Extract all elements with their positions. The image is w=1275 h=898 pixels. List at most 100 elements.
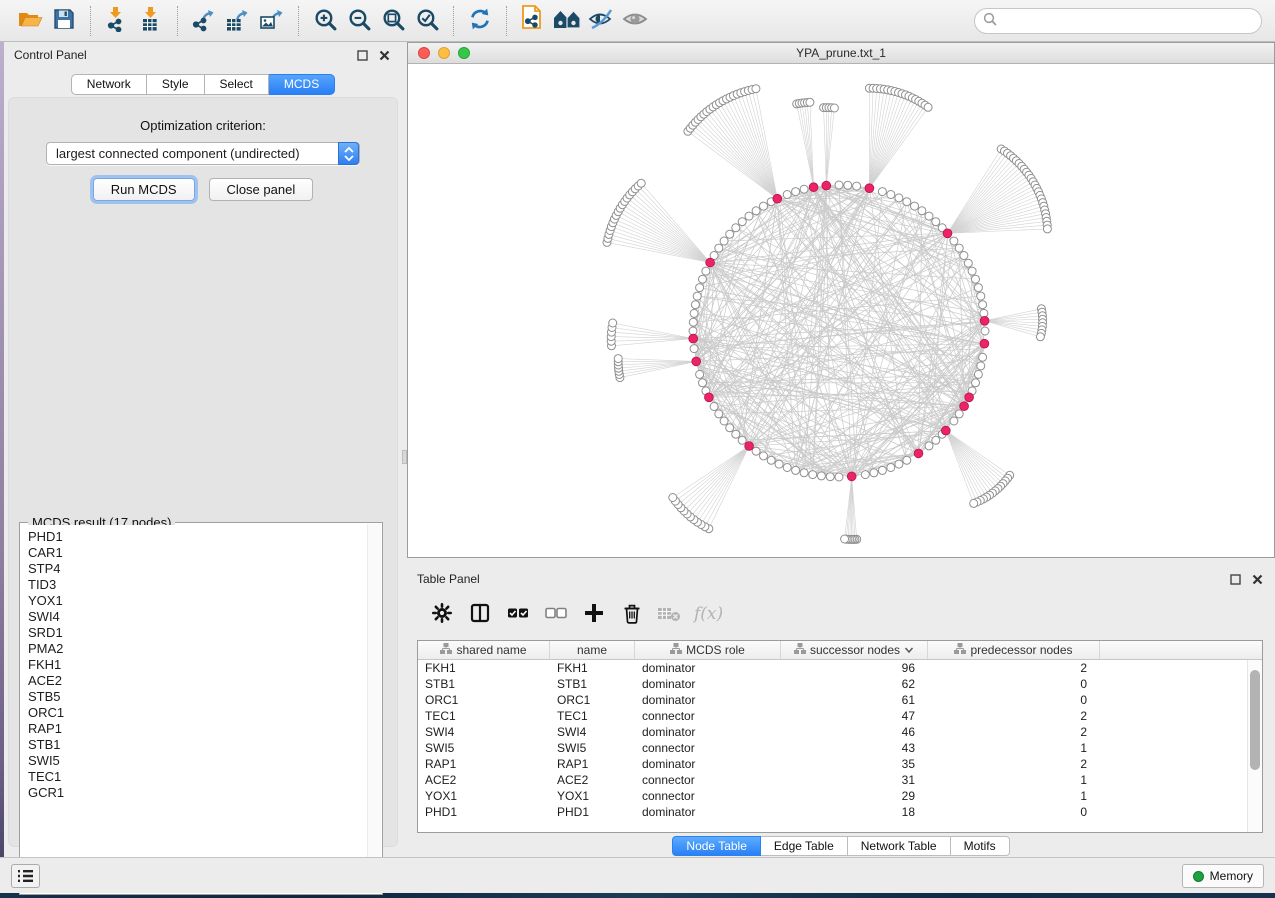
run-mcds-button[interactable]: Run MCDS	[93, 178, 195, 201]
deselect-all-rows-button[interactable]	[539, 598, 572, 630]
result-list-item[interactable]: SRD1	[28, 625, 367, 641]
table-cell[interactable]: ACE2	[418, 772, 550, 788]
table-cell[interactable]: 18	[781, 804, 928, 820]
network-window-titlebar[interactable]: YPA_prune.txt_1	[408, 43, 1274, 64]
column-header-successor-nodes[interactable]: successor nodes	[781, 641, 928, 659]
export-network-button[interactable]	[187, 5, 221, 37]
table-row[interactable]: YOX1YOX1connector291	[418, 788, 1262, 804]
table-cell[interactable]: dominator	[635, 692, 781, 708]
tab-mcds[interactable]: MCDS	[269, 74, 335, 95]
table-cell[interactable]: 2	[928, 724, 1100, 740]
result-list-item[interactable]: SWI4	[28, 609, 367, 625]
table-cell[interactable]: 43	[781, 740, 928, 756]
zoom-in-button[interactable]	[308, 5, 342, 37]
table-cell[interactable]: 96	[781, 660, 928, 676]
result-list-item[interactable]: RAP1	[28, 721, 367, 737]
search-box[interactable]	[974, 8, 1262, 34]
table-cell[interactable]: 46	[781, 724, 928, 740]
result-list-item[interactable]: GCR1	[28, 785, 367, 801]
close-window-icon[interactable]	[418, 47, 430, 59]
save-session-button[interactable]	[47, 5, 81, 37]
close-panel-icon[interactable]	[376, 47, 392, 63]
result-list-item[interactable]: CAR1	[28, 545, 367, 561]
table-cell[interactable]: dominator	[635, 756, 781, 772]
apply-layout-button[interactable]	[463, 5, 497, 37]
table-cell[interactable]: PHD1	[550, 804, 635, 820]
table-cell[interactable]: 2	[928, 708, 1100, 724]
search-input[interactable]	[1002, 14, 1261, 28]
table-cell[interactable]: TEC1	[418, 708, 550, 724]
table-cell[interactable]: 29	[781, 788, 928, 804]
table-row[interactable]: SWI4SWI4dominator462	[418, 724, 1262, 740]
column-header-predecessor-nodes[interactable]: predecessor nodes	[928, 641, 1100, 659]
table-cell[interactable]: FKH1	[550, 660, 635, 676]
open-file-button[interactable]	[13, 5, 47, 37]
new-network-button[interactable]	[516, 5, 550, 37]
show-graphics-details-button[interactable]	[618, 5, 652, 37]
table-cell[interactable]: 1	[928, 772, 1100, 788]
close-table-panel-icon[interactable]	[1249, 571, 1265, 587]
table-cell[interactable]: SWI5	[418, 740, 550, 756]
table-cell[interactable]: dominator	[635, 804, 781, 820]
column-header-mcds-role[interactable]: MCDS role	[635, 641, 781, 659]
tab-select[interactable]: Select	[205, 74, 269, 95]
close-panel-button[interactable]: Close panel	[209, 178, 314, 201]
table-cell[interactable]: connector	[635, 708, 781, 724]
table-cell[interactable]: 47	[781, 708, 928, 724]
table-cell[interactable]: 0	[928, 676, 1100, 692]
table-row[interactable]: PHD1PHD1dominator180	[418, 804, 1262, 820]
table-row[interactable]: ACE2ACE2connector311	[418, 772, 1262, 788]
table-cell[interactable]: RAP1	[418, 756, 550, 772]
table-cell[interactable]: 61	[781, 692, 928, 708]
result-list-item[interactable]: ACE2	[28, 673, 367, 689]
table-cell[interactable]: PHD1	[418, 804, 550, 820]
result-list-item[interactable]: FKH1	[28, 657, 367, 673]
select-all-rows-button[interactable]	[501, 598, 534, 630]
tab-network-table[interactable]: Network Table	[848, 836, 951, 856]
table-row[interactable]: STB1STB1dominator620	[418, 676, 1262, 692]
table-cell[interactable]: 35	[781, 756, 928, 772]
float-table-panel-icon[interactable]	[1227, 571, 1243, 587]
table-cell[interactable]: SWI5	[550, 740, 635, 756]
table-cell[interactable]: ORC1	[550, 692, 635, 708]
table-cell[interactable]: 0	[928, 692, 1100, 708]
delete-column-button[interactable]	[615, 598, 648, 630]
zoom-selected-button[interactable]	[410, 5, 444, 37]
table-cell[interactable]: FKH1	[418, 660, 550, 676]
import-table-button[interactable]	[134, 5, 168, 37]
table-row[interactable]: TEC1TEC1connector472	[418, 708, 1262, 724]
result-list-scrollbar[interactable]	[367, 524, 381, 893]
table-row[interactable]: ORC1ORC1dominator610	[418, 692, 1262, 708]
table-cell[interactable]: 1	[928, 788, 1100, 804]
memory-button[interactable]: Memory	[1182, 864, 1264, 888]
table-row[interactable]: RAP1RAP1dominator352	[418, 756, 1262, 772]
maximize-window-icon[interactable]	[458, 47, 470, 59]
table-cell[interactable]: ACE2	[550, 772, 635, 788]
float-panel-icon[interactable]	[354, 47, 370, 63]
table-cell[interactable]: STB1	[418, 676, 550, 692]
find-network-button[interactable]	[550, 5, 584, 37]
table-cell[interactable]: SWI4	[550, 724, 635, 740]
add-column-button[interactable]	[577, 598, 610, 630]
table-cell[interactable]: SWI4	[418, 724, 550, 740]
table-cell[interactable]: 2	[928, 660, 1100, 676]
tab-node-table[interactable]: Node Table	[672, 836, 761, 856]
task-history-button[interactable]	[11, 864, 40, 888]
table-cell[interactable]: ORC1	[418, 692, 550, 708]
optimization-criterion-select[interactable]: largest connected component (undirected)	[46, 142, 360, 165]
result-list-item[interactable]: STB1	[28, 737, 367, 753]
table-cell[interactable]: TEC1	[550, 708, 635, 724]
table-cell[interactable]: dominator	[635, 660, 781, 676]
tab-edge-table[interactable]: Edge Table	[761, 836, 848, 856]
table-cell[interactable]: connector	[635, 788, 781, 804]
table-cell[interactable]: dominator	[635, 724, 781, 740]
result-list-item[interactable]: TID3	[28, 577, 367, 593]
result-list-item[interactable]: YOX1	[28, 593, 367, 609]
tab-motifs[interactable]: Motifs	[951, 836, 1010, 856]
result-list-item[interactable]: SWI5	[28, 753, 367, 769]
table-cell[interactable]: dominator	[635, 676, 781, 692]
table-cell[interactable]: 2	[928, 756, 1100, 772]
table-cell[interactable]: YOX1	[418, 788, 550, 804]
result-list-item[interactable]: STP4	[28, 561, 367, 577]
table-cell[interactable]: connector	[635, 772, 781, 788]
